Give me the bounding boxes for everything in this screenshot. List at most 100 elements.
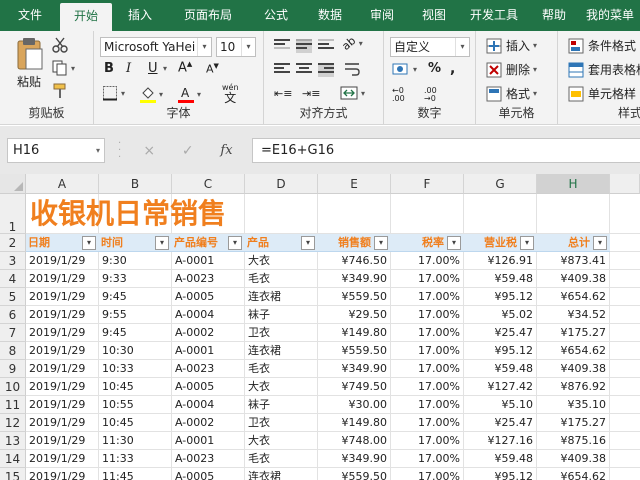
- table-cell[interactable]: 2019/1/29: [26, 252, 99, 270]
- table-cell[interactable]: 17.00%: [391, 306, 464, 324]
- filter-dropdown-icon[interactable]: ▾: [374, 236, 388, 250]
- table-cell[interactable]: 2019/1/29: [26, 378, 99, 396]
- conditional-format-button[interactable]: 条件格式: [568, 37, 636, 54]
- align-middle-icon[interactable]: [296, 39, 312, 53]
- table-cell[interactable]: ¥95.12: [464, 288, 537, 306]
- row-header[interactable]: 10: [0, 378, 26, 396]
- align-right-icon[interactable]: [318, 63, 334, 77]
- table-cell[interactable]: ¥409.38: [537, 270, 610, 288]
- menu-tab[interactable]: 开发工具: [460, 0, 528, 31]
- table-cell[interactable]: 毛衣: [245, 450, 318, 468]
- column-header[interactable]: D: [245, 174, 318, 194]
- row-header[interactable]: 12: [0, 414, 26, 432]
- table-cell[interactable]: 毛衣: [245, 360, 318, 378]
- table-cell[interactable]: ¥127.16: [464, 432, 537, 450]
- table-cell[interactable]: 17.00%: [391, 450, 464, 468]
- table-cell[interactable]: 17.00%: [391, 414, 464, 432]
- chevron-down-icon[interactable]: ▾: [163, 64, 167, 73]
- filter-dropdown-icon[interactable]: ▾: [301, 236, 315, 250]
- column-header[interactable]: C: [172, 174, 245, 194]
- menu-tab[interactable]: 开始: [60, 3, 112, 31]
- table-cell[interactable]: ¥175.27: [537, 414, 610, 432]
- menu-tab[interactable]: 页面布局: [168, 0, 248, 31]
- table-cell[interactable]: ¥25.47: [464, 324, 537, 342]
- menu-tab[interactable]: 数据: [304, 0, 356, 31]
- font-shrink-button[interactable]: A▼: [206, 62, 219, 76]
- menu-tab[interactable]: 文件: [0, 0, 60, 31]
- table-cell[interactable]: ¥95.12: [464, 342, 537, 360]
- name-box[interactable]: H16 ▾: [7, 138, 105, 163]
- row-header[interactable]: 8: [0, 342, 26, 360]
- chevron-down-icon[interactable]: ▾: [197, 38, 211, 56]
- table-cell[interactable]: 连衣裙: [245, 288, 318, 306]
- table-cell[interactable]: 袜子: [245, 396, 318, 414]
- phonetic-button[interactable]: wén 文: [222, 83, 239, 104]
- table-cell[interactable]: ¥126.91: [464, 252, 537, 270]
- underline-button[interactable]: U: [148, 61, 158, 76]
- table-cell[interactable]: ¥654.62: [537, 342, 610, 360]
- table-cell[interactable]: ¥559.50: [318, 288, 391, 306]
- column-header[interactable]: B: [99, 174, 172, 194]
- column-header[interactable]: F: [391, 174, 464, 194]
- row-header[interactable]: 1: [0, 194, 26, 234]
- table-cell[interactable]: A-0004: [172, 396, 245, 414]
- table-cell[interactable]: ¥654.62: [537, 468, 610, 480]
- row-header[interactable]: 15: [0, 468, 26, 480]
- menu-tab[interactable]: 视图: [408, 0, 460, 31]
- table-cell[interactable]: A-0023: [172, 270, 245, 288]
- table-cell[interactable]: ¥749.50: [318, 378, 391, 396]
- row-header[interactable]: 11: [0, 396, 26, 414]
- table-cell[interactable]: A-0002: [172, 324, 245, 342]
- row-header[interactable]: 2: [0, 234, 26, 252]
- table-cell[interactable]: ¥5.02: [464, 306, 537, 324]
- table-cell[interactable]: 2019/1/29: [26, 450, 99, 468]
- format-as-table-button[interactable]: 套用表格格: [568, 61, 640, 78]
- table-cell[interactable]: 2019/1/29: [26, 360, 99, 378]
- table-cell[interactable]: 11:30: [99, 432, 172, 450]
- table-cell[interactable]: 10:45: [99, 414, 172, 432]
- decrease-indent-button[interactable]: ⇤≡: [274, 87, 292, 100]
- bold-button[interactable]: B: [104, 61, 114, 76]
- column-header[interactable]: G: [464, 174, 537, 194]
- table-cell[interactable]: 袜子: [245, 306, 318, 324]
- table-cell[interactable]: 2019/1/29: [26, 288, 99, 306]
- increase-indent-button[interactable]: ⇥≡: [302, 87, 320, 100]
- chevron-down-icon[interactable]: ▾: [241, 38, 255, 56]
- table-cell[interactable]: ¥175.27: [537, 324, 610, 342]
- table-cell[interactable]: 10:30: [99, 342, 172, 360]
- table-cell[interactable]: A-0023: [172, 450, 245, 468]
- table-cell[interactable]: ¥875.16: [537, 432, 610, 450]
- increase-decimal-button[interactable]: ←0.00: [392, 87, 405, 103]
- table-cell[interactable]: 卫衣: [245, 324, 318, 342]
- orientation-button[interactable]: ab ▾: [339, 34, 362, 53]
- align-bottom-icon[interactable]: [318, 39, 334, 53]
- table-cell[interactable]: ¥559.50: [318, 342, 391, 360]
- table-cell[interactable]: 17.00%: [391, 360, 464, 378]
- table-cell[interactable]: ¥149.80: [318, 414, 391, 432]
- table-cell[interactable]: ¥35.10: [537, 396, 610, 414]
- table-cell[interactable]: 17.00%: [391, 468, 464, 480]
- table-cell[interactable]: 17.00%: [391, 288, 464, 306]
- column-header[interactable]: A: [26, 174, 99, 194]
- table-cell[interactable]: A-0001: [172, 432, 245, 450]
- table-cell[interactable]: ¥746.50: [318, 252, 391, 270]
- align-center-icon[interactable]: [296, 63, 312, 77]
- table-cell[interactable]: 2019/1/29: [26, 396, 99, 414]
- table-cell[interactable]: ¥34.52: [537, 306, 610, 324]
- cancel-icon[interactable]: ×: [143, 143, 155, 159]
- cell-styles-button[interactable]: 单元格样: [568, 85, 636, 102]
- row-header[interactable]: 13: [0, 432, 26, 450]
- border-button[interactable]: ▾: [102, 85, 125, 101]
- column-header[interactable]: H: [537, 174, 610, 194]
- align-top-icon[interactable]: [274, 39, 290, 53]
- format-painter-button[interactable]: [52, 83, 68, 99]
- menu-tab[interactable]: 帮助: [528, 0, 580, 31]
- table-cell[interactable]: 17.00%: [391, 396, 464, 414]
- table-cell[interactable]: 9:45: [99, 324, 172, 342]
- menu-tab[interactable]: 审阅: [356, 0, 408, 31]
- table-cell[interactable]: A-0002: [172, 414, 245, 432]
- formula-input[interactable]: =E16+G16: [252, 138, 640, 163]
- table-cell[interactable]: 2019/1/29: [26, 432, 99, 450]
- table-cell[interactable]: 毛衣: [245, 270, 318, 288]
- align-left-icon[interactable]: [274, 63, 290, 77]
